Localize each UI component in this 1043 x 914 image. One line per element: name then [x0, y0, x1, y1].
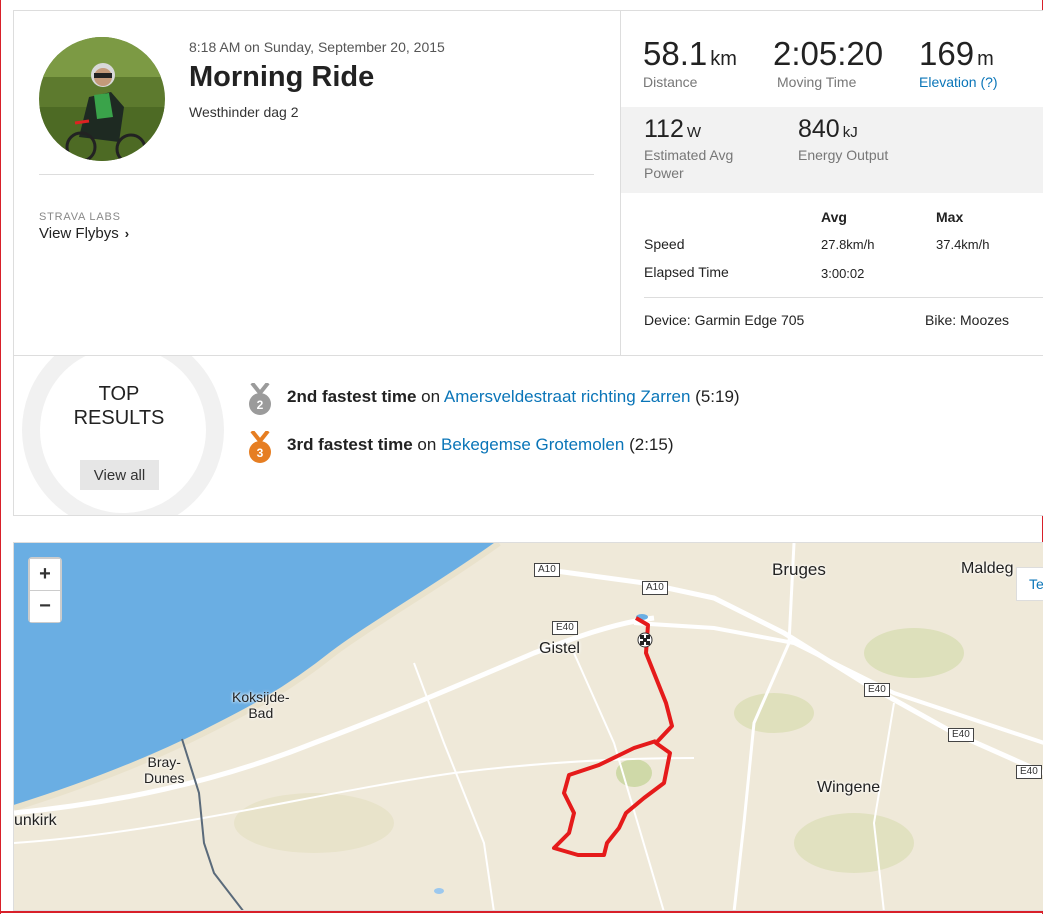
activity-summary: 8:18 AM on Sunday, September 20, 2015 Mo…: [13, 10, 1043, 356]
medal-rank: 3: [257, 446, 264, 460]
distance-unit: km: [710, 48, 737, 70]
map-canvas: [14, 543, 1043, 910]
view-all-button[interactable]: View all: [80, 460, 159, 490]
table-divider: [644, 297, 1043, 298]
device-info: Device: Garmin Edge 705: [644, 312, 805, 328]
road-label: A10: [534, 563, 560, 577]
activity-header: 8:18 AM on Sunday, September 20, 2015 Mo…: [14, 11, 620, 355]
place-koksijde: Koksijde- Bad: [232, 689, 290, 721]
stat-power: 112 W Estimated Avg Power: [644, 115, 764, 182]
stat-elevation: 169 m Elevation (?): [919, 35, 998, 90]
zoom-out-button[interactable]: −: [30, 591, 60, 622]
view-flybys-link[interactable]: View Flybys ›: [39, 225, 129, 242]
window-border-left: [0, 0, 1, 914]
zoom-in-button[interactable]: +: [30, 559, 60, 590]
table-header-avg: Avg: [821, 209, 847, 225]
place-wingene: Wingene: [817, 779, 881, 796]
view-flybys-label: View Flybys: [39, 225, 119, 242]
road-label: E40: [864, 683, 890, 697]
table-header-max: Max: [936, 209, 964, 225]
bronze-medal-icon: 3: [249, 431, 271, 463]
result-time: (2:15): [624, 435, 674, 454]
result-on-text: on: [412, 435, 442, 454]
segment-link[interactable]: Bekegemse Grotemolen: [441, 435, 624, 454]
row-speed-max: 37.4km/h: [936, 237, 990, 252]
road-label: E40: [1016, 765, 1042, 779]
strava-labs-label: STRAVA LABS: [39, 211, 121, 223]
row-speed-label: Speed: [644, 236, 685, 252]
power-label: Estimated Avg Power: [644, 147, 734, 181]
distance-label: Distance: [643, 74, 698, 90]
stat-moving-time: 2:05:20 Moving Time: [773, 35, 883, 90]
power-value: 112: [644, 115, 684, 143]
sea-area: [14, 543, 499, 808]
row-elapsed-label: Elapsed Time: [644, 264, 729, 280]
energy-unit: kJ: [842, 124, 858, 141]
row-speed-avg: 27.8km/h: [821, 237, 875, 252]
elevation-help-link[interactable]: Elevation (?): [919, 74, 998, 90]
moving-time-label: Moving Time: [777, 74, 857, 90]
elevation-unit: m: [977, 48, 994, 70]
elevation-value: 169: [919, 35, 975, 72]
result-rank-text: 2nd fastest time: [287, 387, 417, 406]
segment-link[interactable]: Amersveldestraat richting Zarren: [444, 387, 691, 406]
header-divider: [39, 174, 594, 175]
top-results: TOP RESULTS View all 2 2nd fastest time …: [13, 356, 1043, 516]
activity-description: Westhinder dag 2: [189, 104, 299, 120]
bike-info: Bike: Moozes: [925, 312, 1010, 328]
zoom-control: + −: [28, 557, 62, 623]
road-label: E40: [948, 728, 974, 742]
road-label: A10: [642, 581, 668, 595]
row-elapsed-avg: 3:00:02: [821, 266, 865, 281]
activity-datetime: 8:18 AM on Sunday, September 20, 2015: [189, 39, 445, 55]
place-bray-dunes: Bray- Dunes: [144, 754, 185, 786]
route-map[interactable]: + − Te Bruges Maldeg Gistel Koksijde- Ba…: [13, 542, 1043, 911]
road-label: E40: [552, 621, 578, 635]
chevron-right-icon: ›: [124, 226, 130, 241]
place-bruges: Bruges: [772, 560, 826, 579]
place-maldeg: Maldeg: [961, 560, 1014, 577]
energy-value: 840: [798, 115, 840, 143]
activity-title: Morning Ride: [189, 61, 375, 93]
silver-medal-icon: 2: [249, 383, 271, 415]
result-rank-text: 3rd fastest time: [287, 435, 413, 454]
result-time: (5:19): [690, 387, 740, 406]
energy-label: Energy Output: [798, 147, 889, 163]
window-border-bottom: [0, 911, 1043, 913]
medal-rank: 2: [257, 398, 264, 412]
stat-energy: 840 kJ Energy Output: [798, 115, 918, 164]
place-dunkirk: unkirk: [14, 812, 57, 829]
activity-stats: 58.1 km Distance 2:05:20 Moving Time 169 m…: [620, 11, 1043, 355]
laurel-wreath-icon: [22, 356, 224, 515]
distance-value: 58.1: [643, 35, 708, 72]
result-on-text: on: [416, 387, 444, 406]
stat-distance: 58.1 km Distance: [643, 35, 737, 90]
moving-time-value: 2:05:20: [773, 35, 884, 72]
place-gistel: Gistel: [539, 640, 580, 657]
athlete-avatar[interactable]: [39, 37, 165, 161]
map-type-tab[interactable]: Te: [1016, 567, 1043, 601]
top-results-title: TOP RESULTS: [73, 383, 165, 429]
power-unit: W: [686, 124, 702, 141]
